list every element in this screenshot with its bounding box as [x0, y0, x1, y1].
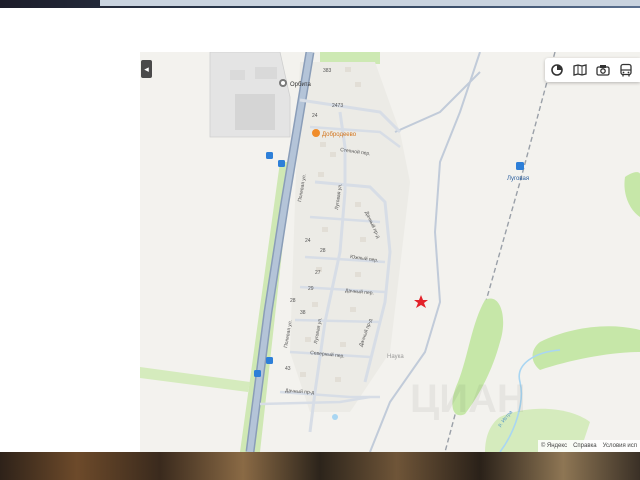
green-strip	[140, 367, 250, 392]
circle-button[interactable]	[545, 58, 568, 82]
browser-top-strip	[0, 0, 640, 8]
watermark: ЦИАН	[410, 377, 526, 421]
building	[235, 94, 275, 130]
transport-button[interactable]	[614, 58, 637, 82]
bus-stop-icon[interactable]	[278, 160, 285, 167]
map-layers-button[interactable]	[568, 58, 591, 82]
house-number: 43	[285, 366, 291, 372]
bus-stop-icon[interactable]	[254, 370, 261, 377]
place-label-dobrodeevo: Добродеево	[322, 132, 357, 138]
house-number: 29	[308, 286, 314, 292]
building	[255, 67, 277, 79]
map-canvas[interactable]: Орбита Добродеево Луговая Наука Полевая …	[140, 52, 640, 452]
house-number: 24	[305, 238, 311, 244]
location-pin-icon[interactable]	[414, 295, 428, 308]
bus-stop-lugovaya-icon[interactable]	[516, 162, 524, 170]
desktop-background-strip	[0, 452, 640, 480]
left-panel	[0, 52, 140, 452]
map-layers-icon	[572, 64, 587, 76]
place-label-orbita: Орбита	[290, 82, 311, 88]
bus-stop-icon[interactable]	[266, 357, 273, 364]
page-header	[0, 8, 640, 52]
orbita-marker[interactable]	[279, 79, 287, 87]
map-copyright: © Яндекс Справка Условия исп	[537, 440, 640, 452]
window-edge	[100, 0, 640, 6]
house-number: 28	[320, 248, 326, 254]
copyright-help-link[interactable]: Справка	[573, 443, 597, 449]
collapse-panel-button[interactable]: ◂	[141, 60, 152, 78]
copyright-terms-link[interactable]: Условия исп	[603, 443, 637, 449]
panorama-button[interactable]	[591, 58, 614, 82]
house-number: 28	[290, 298, 296, 304]
map-view[interactable]: Орбита Добродеево Луговая Наука Полевая …	[140, 52, 640, 452]
forest-area	[624, 172, 640, 217]
house-number: 383	[323, 68, 332, 74]
map-controls	[545, 58, 640, 82]
east-road	[394, 71, 481, 133]
house-number: 27	[315, 270, 321, 276]
place-label-nauka: Наука	[387, 354, 404, 360]
house-number: 38	[300, 310, 306, 316]
camera-icon	[595, 65, 610, 76]
dobrodeevo-marker[interactable]	[312, 129, 320, 137]
house-number: 2473	[332, 103, 343, 109]
chevron-left-icon: ◂	[144, 64, 149, 74]
place-label-lugovaya: Луговая	[507, 176, 529, 182]
copyright-yandex[interactable]: © Яндекс	[541, 443, 567, 449]
house-number: 24	[312, 113, 318, 119]
forest-area	[532, 326, 640, 370]
circle-icon	[550, 64, 563, 76]
pond	[332, 414, 338, 420]
building	[230, 70, 245, 80]
bus-stop-icon[interactable]	[266, 152, 273, 159]
bus-icon	[619, 63, 632, 77]
